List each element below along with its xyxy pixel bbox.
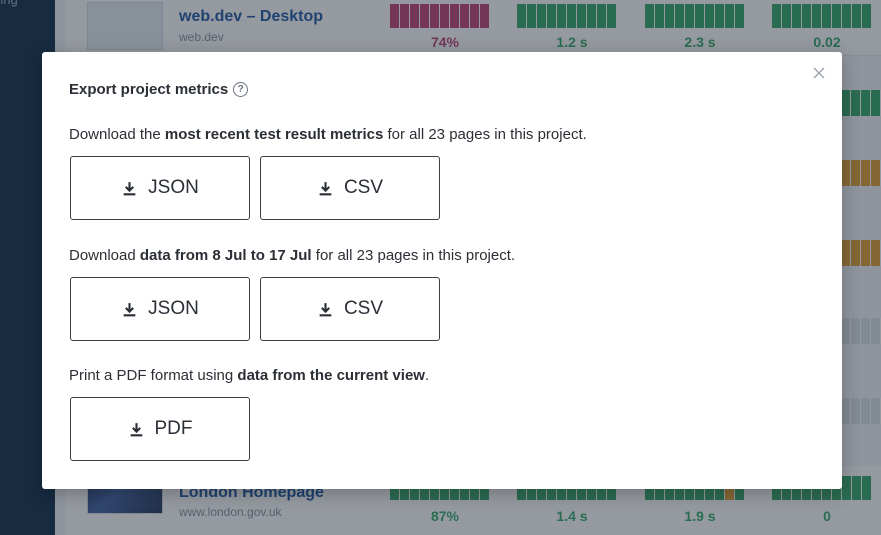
download-range-csv-button[interactable]: CSV: [260, 277, 440, 341]
close-button[interactable]: [810, 64, 828, 82]
button-label: CSV: [343, 298, 384, 319]
section-description: Download data from 8 Jul to 17 Jul for a…: [69, 247, 515, 264]
description-emphasis: data from the current view: [237, 367, 425, 384]
description-emphasis: most recent test result metrics: [164, 126, 384, 143]
download-range-json-button[interactable]: JSON: [70, 277, 250, 341]
description-text: Print a PDF format using: [69, 367, 238, 384]
download-recent-csv-button[interactable]: CSV: [260, 156, 440, 220]
close-icon: [813, 67, 825, 79]
description-text: for all 23 pages in this project.: [383, 126, 587, 143]
description-text: Download the: [69, 126, 165, 143]
description-text: for all 23 pages in this project.: [311, 247, 516, 264]
button-label: JSON: [148, 298, 199, 319]
download-icon: [319, 181, 332, 195]
download-icon: [123, 181, 136, 195]
button-label: CSV: [343, 177, 384, 198]
description-emphasis: data from 8 Jul to 17 Jul: [139, 247, 312, 264]
button-label: PDF: [154, 418, 193, 439]
section-description: Download the most recent test result met…: [69, 126, 587, 143]
dialog-title-text: Export project metrics: [69, 81, 229, 98]
print-pdf-button[interactable]: PDF: [70, 397, 250, 461]
download-icon: [130, 422, 142, 436]
download-icon: [123, 302, 136, 316]
button-label: JSON: [148, 177, 199, 198]
download-icon: [319, 302, 332, 316]
description-text: .: [424, 367, 430, 384]
download-recent-json-button[interactable]: JSON: [70, 156, 250, 220]
dialog-title: Export project metrics ?: [69, 81, 249, 98]
description-text: Download: [69, 247, 140, 264]
section-description: Print a PDF format using data from the c…: [69, 367, 429, 384]
help-icon[interactable]: ?: [233, 82, 249, 97]
export-metrics-dialog: Export project metrics ? Download the mo…: [42, 52, 842, 489]
